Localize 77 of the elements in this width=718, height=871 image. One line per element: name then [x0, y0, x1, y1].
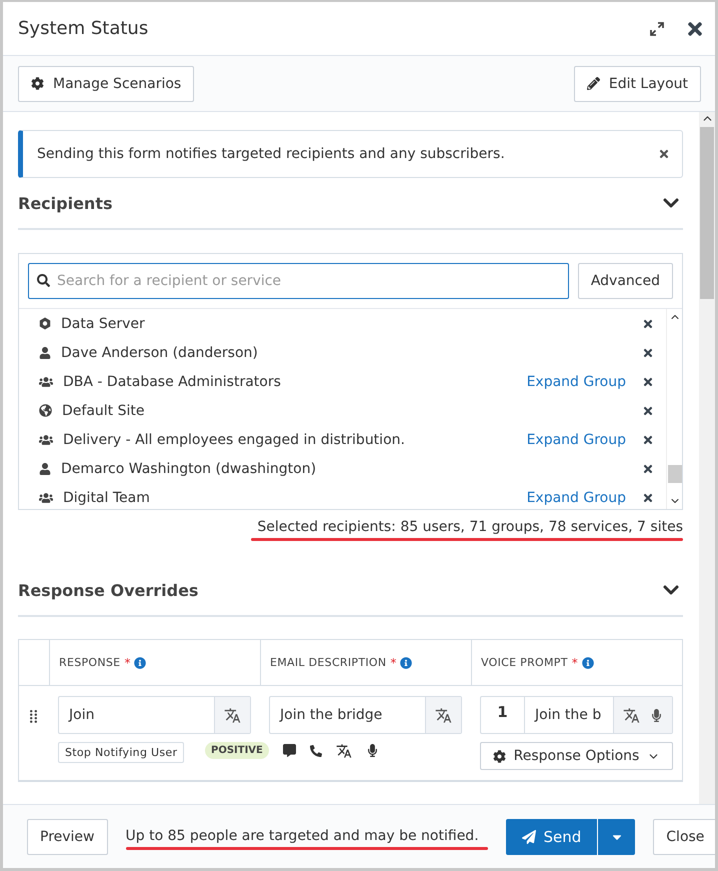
- recipient-name: Digital Team: [63, 490, 151, 506]
- preview-button[interactable]: Preview: [27, 818, 108, 854]
- search-field[interactable]: Search for a recipient or service: [28, 263, 569, 299]
- email-description-field[interactable]: Join the bridge: [269, 696, 462, 734]
- section-title: Recipients: [18, 194, 112, 212]
- advanced-button[interactable]: Advanced: [578, 263, 673, 299]
- user-icon: [39, 346, 51, 358]
- gear-icon: [492, 750, 506, 762]
- recipient-name: Data Server: [61, 316, 146, 332]
- translate-button[interactable]: [425, 697, 461, 733]
- required-mark: *: [390, 656, 396, 670]
- group-icon: [39, 432, 53, 446]
- close-icon[interactable]: [658, 148, 670, 160]
- send-button[interactable]: Send: [506, 818, 598, 854]
- hexagon-icon: [39, 317, 51, 330]
- scrollbar[interactable]: [666, 309, 682, 509]
- translate-icon: [435, 706, 452, 724]
- microphone-icon: [366, 744, 379, 757]
- recipient-name: Delivery - All employees engaged in distribution.: [63, 432, 406, 448]
- remove-icon[interactable]: [642, 376, 654, 388]
- paper-plane-icon: [522, 830, 536, 844]
- remove-icon[interactable]: [642, 346, 654, 358]
- remove-icon[interactable]: [642, 404, 654, 416]
- group-icon: [39, 374, 53, 388]
- remove-icon[interactable]: [642, 318, 654, 330]
- expand-group-link[interactable]: Expand Group: [526, 432, 626, 448]
- voice-prompt-field[interactable]: 1 Join the b: [480, 696, 673, 734]
- translate-button[interactable]: [214, 697, 250, 733]
- response-options-button[interactable]: Response Options: [480, 742, 673, 770]
- drag-handle[interactable]: [30, 710, 37, 723]
- info-icon[interactable]: [582, 656, 594, 668]
- user-icon: [39, 462, 51, 474]
- translate-icon: [224, 706, 241, 724]
- translate-record-button[interactable]: [613, 697, 672, 733]
- scroll-thumb[interactable]: [668, 465, 682, 483]
- phone-icon: [310, 744, 322, 756]
- recipient-name: Demarco Washington (dwashington): [61, 460, 318, 476]
- edit-layout-button[interactable]: Edit Layout: [574, 66, 701, 102]
- microphone-icon: [650, 708, 663, 722]
- window-title: System Status: [18, 18, 150, 39]
- column-header: EMAIL DESCRIPTION: [270, 656, 386, 669]
- recipient-name: Default Site: [62, 402, 146, 418]
- response-field[interactable]: Join: [58, 696, 251, 734]
- targeting-message: Up to 85 people are targeted and may be notified.: [126, 828, 480, 844]
- section-title: Response Overrides: [18, 580, 198, 600]
- banner-text: Sending this form notifies targeted recipients and any subscribers.: [37, 146, 505, 162]
- scrollbar[interactable]: [699, 112, 715, 804]
- chat-icon: [282, 744, 296, 757]
- expand-icon[interactable]: [649, 20, 665, 36]
- scroll-thumb[interactable]: [700, 127, 714, 299]
- info-icon[interactable]: [134, 656, 146, 668]
- positive-badge: POSITIVE: [205, 742, 269, 759]
- recipient-name: DBA - Database Administrators: [63, 374, 282, 390]
- manage-scenarios-button[interactable]: Manage Scenarios: [18, 66, 194, 102]
- info-icon[interactable]: [400, 656, 412, 668]
- remove-icon[interactable]: [642, 434, 654, 446]
- search-icon: [37, 274, 50, 287]
- send-options-button[interactable]: [597, 818, 636, 854]
- recipient-name: Dave Anderson (danderson): [61, 344, 259, 360]
- gear-icon: [31, 77, 44, 90]
- translate-icon: [336, 742, 352, 758]
- option-tag: Stop Notifying User: [58, 742, 184, 763]
- expand-group-link[interactable]: Expand Group: [526, 374, 626, 390]
- recipients-summary: Selected recipients: 85 users, 71 groups, 78 services, 7 sites: [257, 519, 683, 535]
- group-icon: [39, 490, 53, 504]
- required-mark: *: [572, 656, 578, 670]
- close-button[interactable]: Close: [653, 818, 715, 854]
- prompt-number: 1: [481, 697, 525, 733]
- pencil-icon: [586, 77, 600, 90]
- globe-icon: [39, 404, 52, 417]
- expand-group-link[interactable]: Expand Group: [526, 490, 626, 506]
- column-header: VOICE PROMPT: [481, 656, 568, 669]
- translate-icon: [623, 706, 640, 724]
- column-header: RESPONSE: [59, 656, 120, 669]
- remove-icon[interactable]: [642, 462, 654, 474]
- remove-icon[interactable]: [642, 492, 654, 504]
- required-mark: *: [124, 656, 130, 670]
